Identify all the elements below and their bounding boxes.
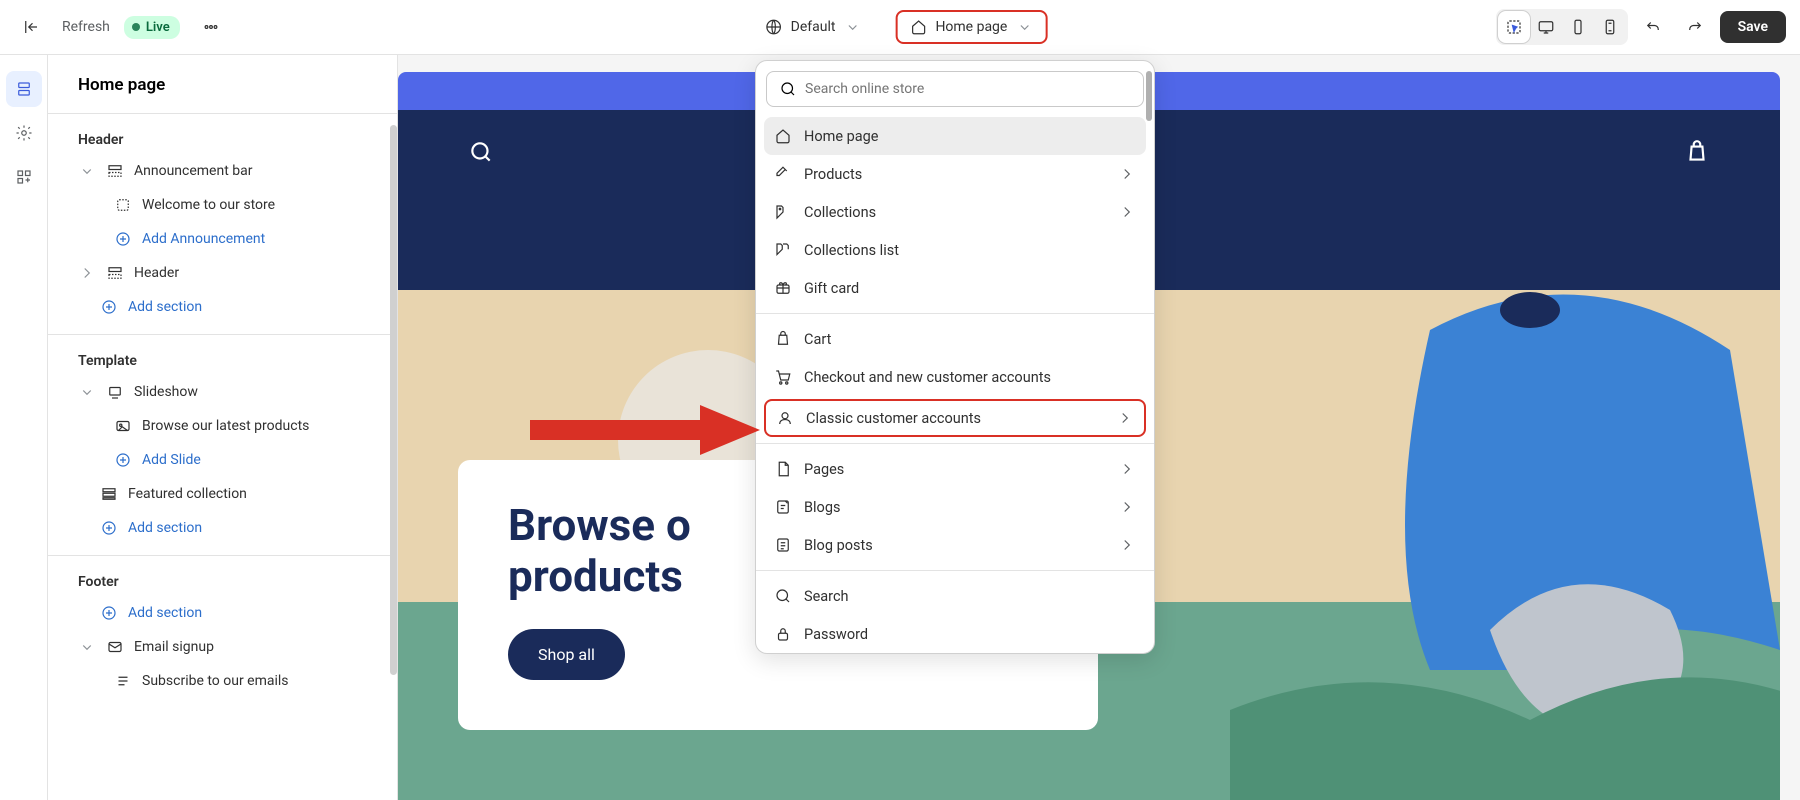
desktop-view[interactable] — [1530, 11, 1562, 43]
add-section-header[interactable]: Add section — [54, 290, 391, 324]
live-badge: Live — [124, 16, 180, 39]
mobile-view[interactable] — [1562, 11, 1594, 43]
header-group-label: Header — [48, 114, 397, 154]
add-announcement[interactable]: Add Announcement — [54, 222, 391, 256]
dropdown-scrollbar[interactable] — [1146, 71, 1152, 121]
chevron-right-icon — [1118, 165, 1136, 183]
node-header[interactable]: Header — [54, 256, 391, 290]
topbar-center: Default Home page — [753, 10, 1048, 44]
sidebar-scrollbar[interactable] — [390, 125, 397, 675]
page-selector[interactable]: Home page — [895, 10, 1047, 44]
chevron-right-icon — [1118, 536, 1136, 554]
cart-icon[interactable] — [1684, 139, 1710, 165]
dd-checkout[interactable]: Checkout and new customer accounts — [756, 358, 1154, 396]
left-rail — [0, 55, 48, 800]
locale-label: Default — [791, 19, 836, 35]
node-email-signup[interactable]: Email signup — [54, 630, 391, 664]
dd-search[interactable]: Search — [756, 577, 1154, 615]
node-announcement-bar[interactable]: Announcement bar — [54, 154, 391, 188]
hero-illustration — [1230, 290, 1780, 800]
exit-button[interactable] — [14, 10, 48, 44]
add-slide[interactable]: Add Slide — [54, 443, 391, 477]
node-slideshow[interactable]: Slideshow — [54, 375, 391, 409]
dd-home-page[interactable]: Home page — [764, 117, 1146, 155]
node-browse-latest[interactable]: Browse our latest products — [54, 409, 391, 443]
more-menu[interactable] — [194, 10, 228, 44]
page-dropdown: Home page Products Collections Collectio… — [755, 60, 1155, 654]
annotation-arrow — [530, 400, 760, 460]
rail-sections[interactable] — [6, 71, 42, 107]
chevron-right-icon — [1118, 498, 1136, 516]
rail-apps[interactable] — [6, 159, 42, 195]
editor-topbar: Refresh Live Default Home page Save — [0, 0, 1800, 55]
sidebar-title: Home page — [48, 55, 397, 113]
dd-pages[interactable]: Pages — [756, 450, 1154, 488]
locale-selector[interactable]: Default — [753, 12, 874, 42]
rail-settings[interactable] — [6, 115, 42, 151]
undo-button[interactable] — [1636, 10, 1670, 44]
page-selector-label: Home page — [935, 19, 1007, 35]
viewport-group — [1496, 9, 1628, 45]
shop-all-button[interactable]: Shop all — [508, 629, 625, 680]
dd-blogs[interactable]: Blogs — [756, 488, 1154, 526]
node-featured-collection[interactable]: Featured collection — [54, 477, 391, 511]
dd-collections-list[interactable]: Collections list — [756, 231, 1154, 269]
dropdown-search-input[interactable] — [805, 81, 1131, 97]
dropdown-search[interactable] — [766, 71, 1144, 107]
sections-sidebar: Home page Header Announcement bar Welcom… — [48, 55, 398, 800]
save-button[interactable]: Save — [1720, 11, 1786, 43]
dd-cart[interactable]: Cart — [756, 320, 1154, 358]
dd-collections[interactable]: Collections — [756, 193, 1154, 231]
dd-classic-accounts[interactable]: Classic customer accounts — [764, 399, 1146, 437]
topbar-right: Save — [1496, 9, 1786, 45]
dd-products[interactable]: Products — [756, 155, 1154, 193]
search-icon[interactable] — [468, 139, 494, 165]
add-section-footer[interactable]: Add section — [54, 596, 391, 630]
dd-password[interactable]: Password — [756, 615, 1154, 653]
dd-blog-posts[interactable]: Blog posts — [756, 526, 1154, 564]
chevron-right-icon — [1116, 409, 1134, 427]
template-group-label: Template — [48, 335, 397, 375]
fullscreen-view[interactable] — [1594, 11, 1626, 43]
chevron-right-icon — [1118, 460, 1136, 478]
node-welcome[interactable]: Welcome to our store — [54, 188, 391, 222]
redo-button[interactable] — [1678, 10, 1712, 44]
node-subscribe[interactable]: Subscribe to our emails — [54, 664, 391, 698]
inspector-toggle[interactable] — [1498, 11, 1530, 43]
add-section-template[interactable]: Add section — [54, 511, 391, 545]
topbar-left: Refresh Live — [14, 10, 228, 44]
refresh-button[interactable]: Refresh — [62, 19, 110, 35]
chevron-right-icon — [1118, 203, 1136, 221]
footer-group-label: Footer — [48, 556, 397, 596]
dd-gift-card[interactable]: Gift card — [756, 269, 1154, 307]
